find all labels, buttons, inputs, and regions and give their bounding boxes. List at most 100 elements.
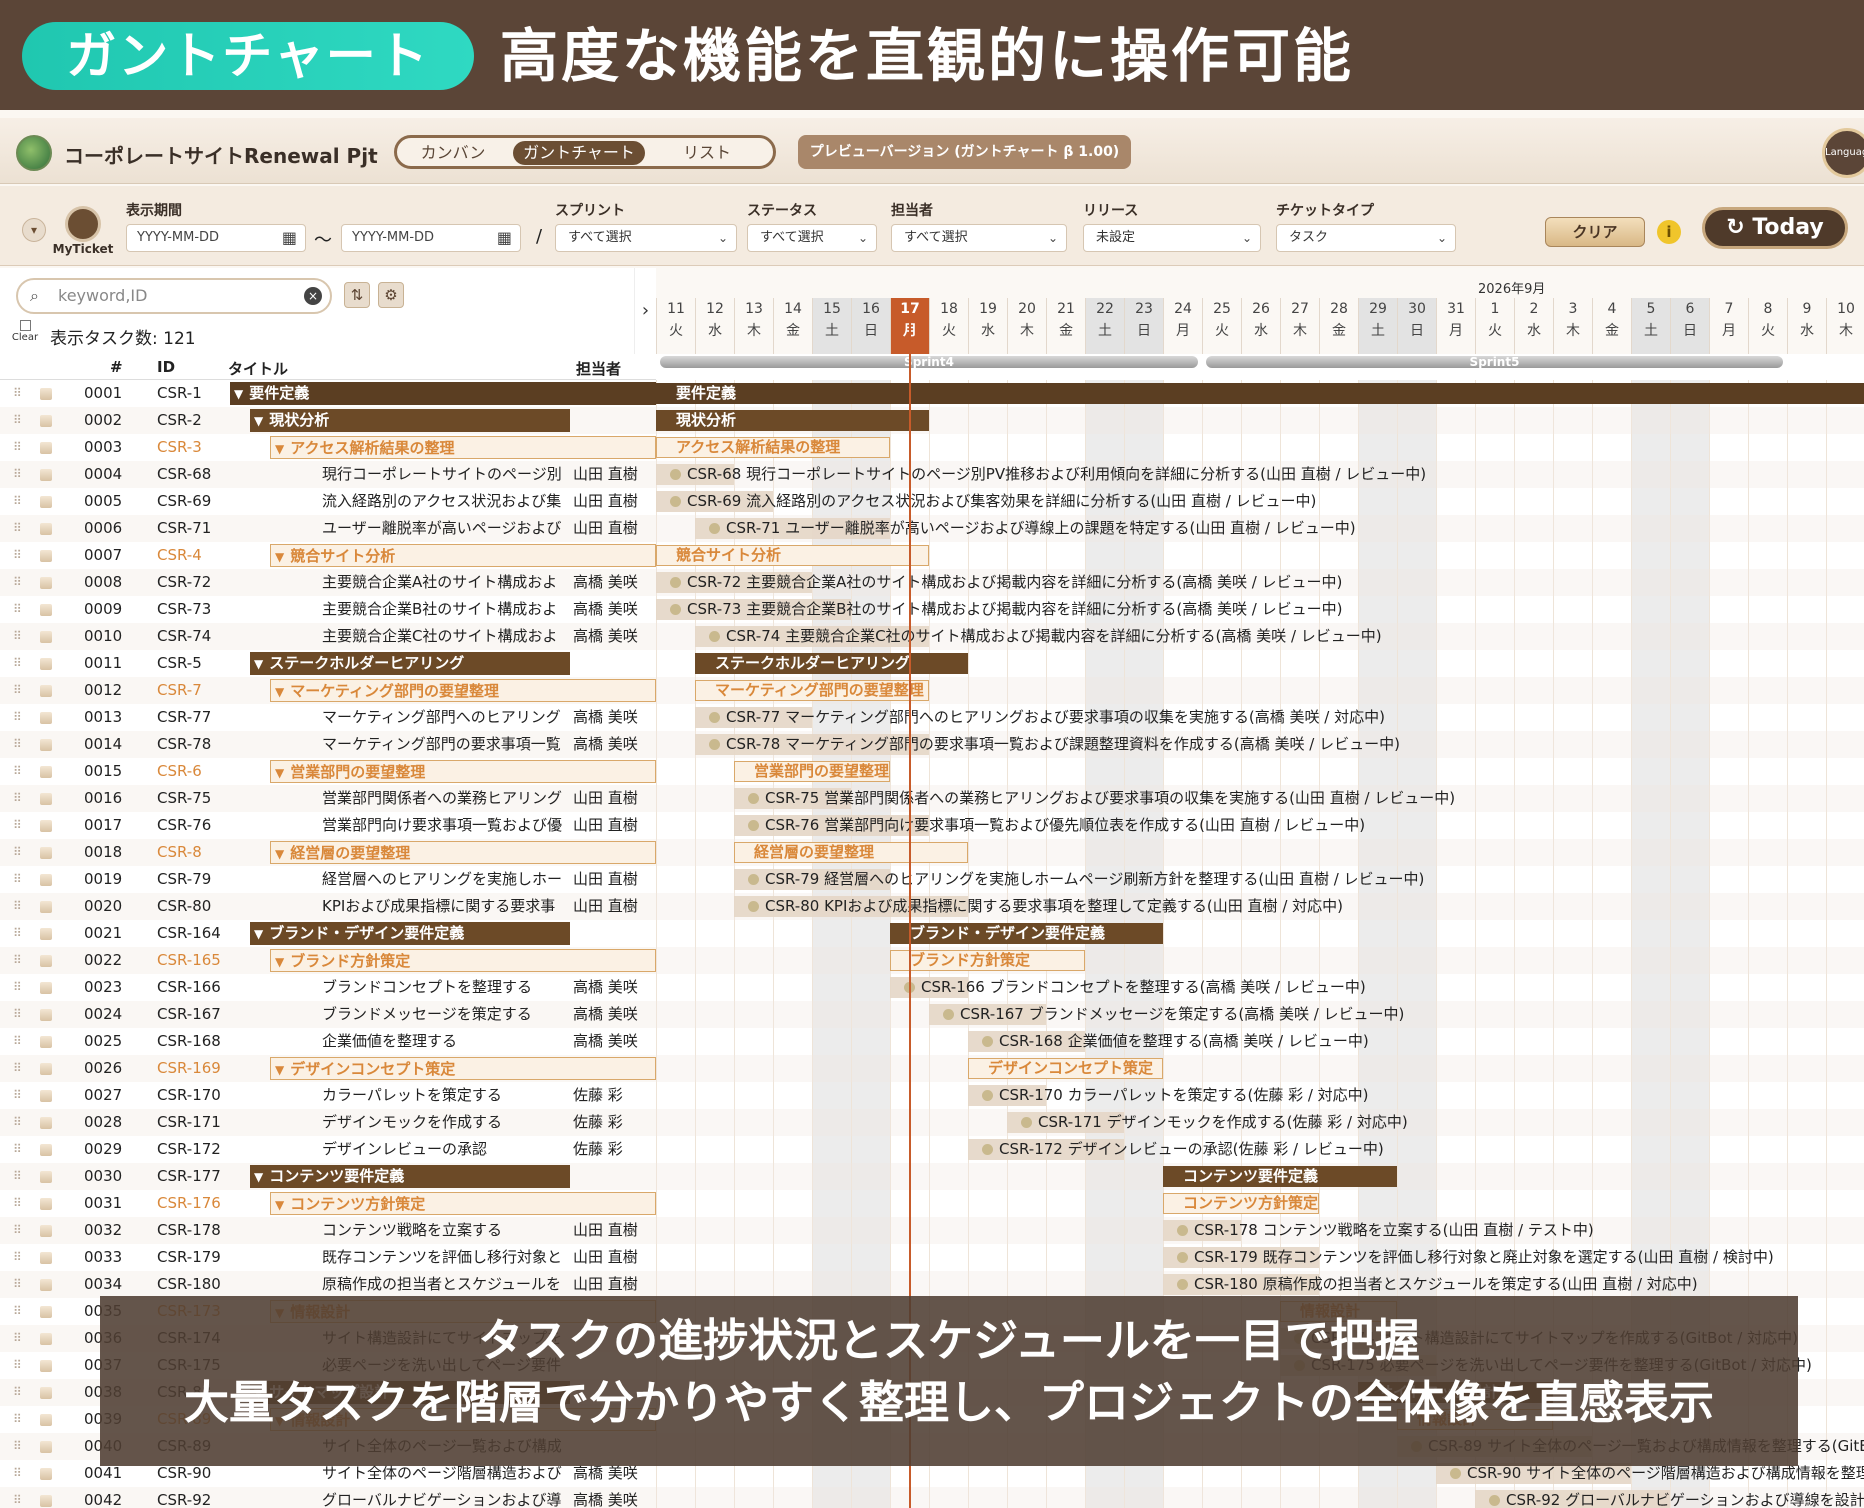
row-title[interactable]: デザインモックを作成する xyxy=(322,1109,572,1136)
row-id[interactable]: CSR-165 xyxy=(157,947,221,974)
drag-handle-icon[interactable]: ⠿ xyxy=(13,650,22,677)
drag-handle-icon[interactable]: ⠿ xyxy=(13,380,22,407)
drag-handle-icon[interactable]: ⠿ xyxy=(13,974,22,1001)
sprint-select[interactable]: すべて選択 ⌄ xyxy=(555,224,737,252)
row-title[interactable]: 現行コーポレートサイトのページ別 xyxy=(322,461,572,488)
row-id[interactable]: CSR-73 xyxy=(157,596,211,623)
table-row[interactable]: ⠿ 0033 CSR-179 既存コンテンツを評価し移行対象と 山田 直樹 xyxy=(0,1244,656,1271)
clear-search-icon[interactable]: × xyxy=(304,287,322,305)
gear-icon[interactable]: ⚙ xyxy=(378,282,404,308)
row-title[interactable]: 経営層へのヒアリングを実施しホー xyxy=(322,866,572,893)
drag-handle-icon[interactable]: ⠿ xyxy=(13,1163,22,1190)
search-input[interactable]: ⌕ keyword,ID × xyxy=(16,278,332,314)
row-checkbox[interactable] xyxy=(40,1252,52,1264)
row-title[interactable]: 主要競合企業A社のサイト構成およ xyxy=(322,569,572,596)
row-checkbox[interactable] xyxy=(40,1468,52,1480)
group-title[interactable]: ▼ コンテンツ方針策定 xyxy=(270,1192,656,1215)
row-checkbox[interactable] xyxy=(40,1144,52,1156)
drag-handle-icon[interactable]: ⠿ xyxy=(13,731,22,758)
row-title[interactable]: ブランドコンセプトを整理する xyxy=(322,974,572,1001)
drag-handle-icon[interactable]: ⠿ xyxy=(13,866,22,893)
row-checkbox[interactable] xyxy=(40,685,52,697)
drag-handle-icon[interactable]: ⠿ xyxy=(13,893,22,920)
row-title[interactable]: 既存コンテンツを評価し移行対象と xyxy=(322,1244,572,1271)
drag-handle-icon[interactable]: ⠿ xyxy=(13,758,22,785)
row-id[interactable]: CSR-169 xyxy=(157,1055,221,1082)
table-row[interactable]: ⠿ 0025 CSR-168 企業価値を整理する 高橋 美咲 xyxy=(0,1028,656,1055)
table-row[interactable]: ⠿ 0002 CSR-2 ▼ 現状分析 xyxy=(0,407,656,434)
drag-handle-icon[interactable]: ⠿ xyxy=(13,569,22,596)
row-checkbox[interactable] xyxy=(40,523,52,535)
row-title[interactable]: 流入経路別のアクセス状況および集 xyxy=(322,488,572,515)
project-logo-icon[interactable] xyxy=(16,135,52,171)
table-row[interactable]: ⠿ 0019 CSR-79 経営層へのヒアリングを実施しホー 山田 直樹 xyxy=(0,866,656,893)
row-id[interactable]: CSR-179 xyxy=(157,1244,221,1271)
date-from-input[interactable]: YYYY-MM-DD ▦ xyxy=(126,224,306,252)
drag-handle-icon[interactable]: ⠿ xyxy=(13,1406,22,1433)
calendar-icon[interactable]: ▦ xyxy=(282,225,297,251)
collapse-triangle-icon[interactable]: ▼ xyxy=(234,387,243,401)
drag-handle-icon[interactable]: ⠿ xyxy=(13,1082,22,1109)
collapse-triangle-icon[interactable]: ▼ xyxy=(275,550,284,564)
row-checkbox[interactable] xyxy=(40,496,52,508)
group-title[interactable]: ▼ ブランド方針策定 xyxy=(270,949,656,972)
calendar-icon[interactable]: ▦ xyxy=(497,225,512,251)
group-title[interactable]: ▼ 競合サイト分析 xyxy=(270,544,656,567)
table-row[interactable]: ⠿ 0042 CSR-92 グローバルナビゲーションおよび導 高橋 美咲 xyxy=(0,1487,656,1508)
collapse-triangle-icon[interactable]: ▼ xyxy=(254,1170,263,1184)
row-id[interactable]: CSR-177 xyxy=(157,1163,221,1190)
table-row[interactable]: ⠿ 0023 CSR-166 ブランドコンセプトを整理する 高橋 美咲 xyxy=(0,974,656,1001)
row-id[interactable]: CSR-5 xyxy=(157,650,202,677)
table-row[interactable]: ⠿ 0005 CSR-69 流入経路別のアクセス状況および集 山田 直樹 xyxy=(0,488,656,515)
collapse-triangle-icon[interactable]: ▼ xyxy=(275,766,284,780)
group-title[interactable]: ▼ マーケティング部門の要望整理 xyxy=(270,679,656,702)
row-checkbox[interactable] xyxy=(40,982,52,994)
sprint-bar-item[interactable]: Sprint4 xyxy=(660,356,1198,368)
checkbox[interactable] xyxy=(19,320,31,331)
row-checkbox[interactable] xyxy=(40,550,52,562)
collapse-triangle-icon[interactable]: ▼ xyxy=(275,1198,284,1212)
table-row[interactable]: ⠿ 0018 CSR-8 ▼ 経営層の要望整理 xyxy=(0,839,656,866)
group-title[interactable]: ▼ ステークホルダーヒアリング xyxy=(250,652,570,675)
drag-handle-icon[interactable]: ⠿ xyxy=(13,1055,22,1082)
row-checkbox[interactable] xyxy=(40,577,52,589)
drag-handle-icon[interactable]: ⠿ xyxy=(13,461,22,488)
row-checkbox[interactable] xyxy=(40,766,52,778)
row-title[interactable]: ユーザー離脱率が高いページおよび xyxy=(322,515,572,542)
row-title[interactable]: 主要競合企業C社のサイト構成およ xyxy=(322,623,572,650)
drag-handle-icon[interactable]: ⠿ xyxy=(13,1109,22,1136)
row-id[interactable]: CSR-180 xyxy=(157,1271,221,1298)
row-title[interactable]: 営業部門向け要求事項一覧および優 xyxy=(322,812,572,839)
row-checkbox[interactable] xyxy=(40,739,52,751)
table-row[interactable]: ⠿ 0020 CSR-80 KPIおよび成果指標に関する要求事 山田 直樹 xyxy=(0,893,656,920)
table-row[interactable]: ⠿ 0003 CSR-3 ▼ アクセス解析結果の整理 xyxy=(0,434,656,461)
row-checkbox[interactable] xyxy=(40,847,52,859)
ticket-type-select[interactable]: タスク ⌄ xyxy=(1276,224,1456,252)
row-title[interactable]: 営業部門関係者への業務ヒアリング xyxy=(322,785,572,812)
row-id[interactable]: CSR-6 xyxy=(157,758,202,785)
drag-handle-icon[interactable]: ⠿ xyxy=(13,1433,22,1460)
table-row[interactable]: ⠿ 0007 CSR-4 ▼ 競合サイト分析 xyxy=(0,542,656,569)
drag-handle-icon[interactable]: ⠿ xyxy=(13,623,22,650)
drag-handle-icon[interactable]: ⠿ xyxy=(13,677,22,704)
row-checkbox[interactable] xyxy=(40,955,52,967)
table-row[interactable]: ⠿ 0022 CSR-165 ▼ ブランド方針策定 xyxy=(0,947,656,974)
row-checkbox[interactable] xyxy=(40,442,52,454)
row-id[interactable]: CSR-164 xyxy=(157,920,221,947)
drag-handle-icon[interactable]: ⠿ xyxy=(13,1190,22,1217)
row-id[interactable]: CSR-7 xyxy=(157,677,202,704)
row-checkbox[interactable] xyxy=(40,631,52,643)
row-checkbox[interactable] xyxy=(40,1009,52,1021)
row-id[interactable]: CSR-69 xyxy=(157,488,211,515)
collapse-triangle-icon[interactable]: ▼ xyxy=(275,847,284,861)
group-title[interactable]: ▼ コンテンツ要件定義 xyxy=(250,1165,570,1188)
drag-handle-icon[interactable]: ⠿ xyxy=(13,1217,22,1244)
clear-checkbox[interactable]: Clear xyxy=(10,320,40,343)
table-row[interactable]: ⠿ 0031 CSR-176 ▼ コンテンツ方針策定 xyxy=(0,1190,656,1217)
table-row[interactable]: ⠿ 0009 CSR-73 主要競合企業B社のサイト構成およ 高橋 美咲 xyxy=(0,596,656,623)
drag-handle-icon[interactable]: ⠿ xyxy=(13,1460,22,1487)
row-id[interactable]: CSR-167 xyxy=(157,1001,221,1028)
group-title[interactable]: ▼ アクセス解析結果の整理 xyxy=(270,436,656,459)
group-title[interactable]: ▼ デザインコンセプト策定 xyxy=(270,1057,656,1080)
row-id[interactable]: CSR-78 xyxy=(157,731,211,758)
